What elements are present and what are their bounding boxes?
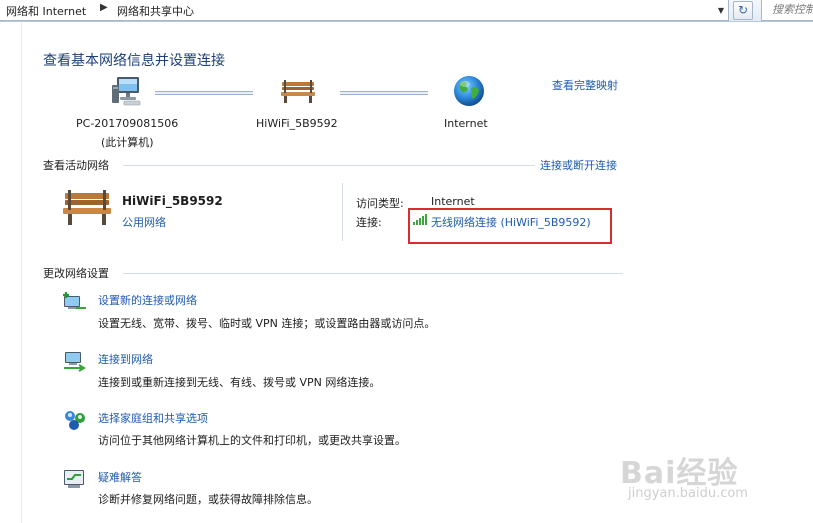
map-link-pc-router [155, 91, 253, 95]
access-type-value: Internet [431, 195, 475, 208]
address-bar[interactable]: 网络和 Internet ▶ 网络和共享中心 ▼ [0, 0, 729, 21]
homegroup-sharing-desc: 访问位于其他网络计算机上的文件和打印机，或更改共享设置。 [98, 434, 406, 447]
baidu-watermark: Bai经验 jingyan.baidu.com [620, 448, 790, 508]
setup-new-connection-desc: 设置无线、宽带、拨号、临时或 VPN 连接；或设置路由器或访问点。 [98, 317, 436, 330]
page-title: 查看基本网络信息并设置连接 [43, 53, 225, 69]
connect-network-icon[interactable] [62, 349, 88, 373]
active-network-name: HiWiFi_5B9592 [122, 194, 223, 208]
search-input[interactable] [762, 0, 813, 19]
breadcrumb-network-internet[interactable]: 网络和 Internet [6, 3, 86, 19]
new-connection-icon[interactable] [62, 290, 88, 314]
connection-label: 连接: [356, 216, 382, 229]
change-settings-rule [123, 273, 623, 274]
active-networks-heading: 查看活动网络 [43, 159, 109, 172]
computer-icon[interactable] [110, 75, 144, 107]
access-type-label: 访问类型: [356, 197, 404, 210]
troubleshoot-icon[interactable] [62, 467, 88, 491]
internet-label: Internet [444, 117, 488, 130]
search-box[interactable] [761, 0, 813, 21]
breadcrumb-separator[interactable]: ▶ [100, 2, 108, 13]
wifi-signal-icon [413, 214, 427, 225]
router-name-label: HiWiFi_5B9592 [256, 117, 338, 130]
globe-icon[interactable] [452, 74, 486, 108]
view-full-map-link[interactable]: 查看完整映射 [552, 77, 618, 93]
refresh-button[interactable]: ↻ [733, 1, 753, 20]
connect-disconnect-link[interactable]: 连接或断开连接 [540, 157, 617, 173]
setup-new-connection-link[interactable]: 设置新的连接或网络 [98, 292, 197, 308]
homegroup-sharing-link[interactable]: 选择家庭组和共享选项 [98, 410, 208, 426]
bench-icon[interactable] [280, 78, 316, 104]
homegroup-icon[interactable] [62, 408, 88, 432]
connect-to-network-desc: 连接到或重新连接到无线、有线、拨号或 VPN 网络连接。 [98, 376, 381, 389]
troubleshoot-desc: 诊断并修复网络问题，或获得故障排除信息。 [98, 493, 318, 506]
vertical-divider [342, 183, 343, 241]
pc-this-computer-label: (此计算机) [101, 136, 154, 149]
wireless-connection-link[interactable]: 无线网络连接 (HiWiFi_5B9592) [431, 214, 591, 230]
address-toolbar: 网络和 Internet ▶ 网络和共享中心 ▼ ↻ [0, 0, 813, 22]
map-link-router-internet [340, 91, 428, 95]
network-type-link[interactable]: 公用网络 [122, 214, 166, 230]
pc-name-label: PC-201709081506 [76, 117, 179, 130]
breadcrumb-sharing-center[interactable]: 网络和共享中心 [117, 3, 194, 19]
bench-icon [63, 190, 111, 225]
watermark-site: jingyan.baidu.com [628, 486, 748, 501]
connect-to-network-link[interactable]: 连接到网络 [98, 351, 153, 367]
address-dropdown-icon[interactable]: ▼ [714, 3, 728, 18]
troubleshoot-link[interactable]: 疑难解答 [98, 469, 142, 485]
change-settings-heading: 更改网络设置 [43, 267, 109, 280]
active-networks-rule [123, 165, 535, 166]
left-pane-edge [0, 22, 22, 523]
